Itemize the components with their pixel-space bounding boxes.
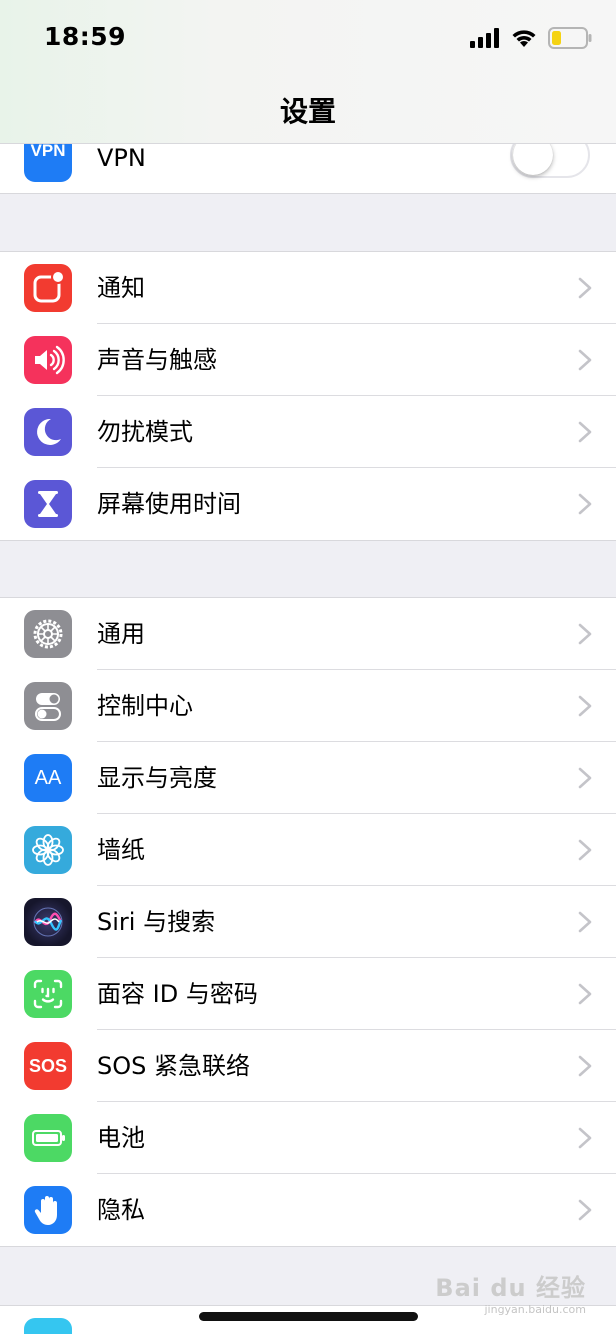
status-time: 18:59 <box>44 22 127 51</box>
settings-row-wallpaper[interactable]: 墙纸 <box>0 814 616 886</box>
wifi-icon <box>512 30 536 47</box>
battery-settings-icon <box>24 1114 72 1162</box>
row-label: 墙纸 <box>97 836 145 864</box>
row-label: 面容 ID 与密码 <box>97 980 258 1008</box>
battery-icon <box>548 27 592 49</box>
chevron-right-icon <box>578 277 592 299</box>
chevron-right-icon <box>578 767 592 789</box>
sos-icon: SOS <box>24 1042 72 1090</box>
settings-row-face-id[interactable]: 面容 ID 与密码 <box>0 958 616 1030</box>
settings-row-sos[interactable]: SOS SOS 紧急联络 <box>0 1030 616 1102</box>
settings-row-screen-time[interactable]: 屏幕使用时间 <box>0 468 616 540</box>
control-center-icon <box>24 682 72 730</box>
row-label: 通知 <box>97 274 145 302</box>
row-label: 隐私 <box>97 1196 145 1224</box>
row-label: SOS 紧急联络 <box>97 1052 250 1080</box>
settings-row-battery[interactable]: 电池 <box>0 1102 616 1174</box>
row-label: Siri 与搜索 <box>97 908 216 936</box>
chevron-right-icon <box>578 623 592 645</box>
chevron-right-icon <box>578 911 592 933</box>
hourglass-icon <box>24 480 72 528</box>
face-id-icon <box>24 970 72 1018</box>
watermark: Bai du 经验 jingyan.baidu.com <box>435 1274 586 1316</box>
chevron-right-icon <box>578 349 592 371</box>
status-icons <box>470 24 592 52</box>
navigation-bar: 18:59 设置 <box>0 0 616 144</box>
row-label: 声音与触感 <box>97 346 217 374</box>
settings-row-display[interactable]: AA 显示与亮度 <box>0 742 616 814</box>
notifications-icon <box>24 264 72 312</box>
partial-app-icon <box>24 1318 72 1334</box>
chevron-right-icon <box>578 1199 592 1221</box>
chevron-right-icon <box>578 1127 592 1149</box>
settings-group-1: 通知 声音与触感 勿扰模式 屏幕使用时间 <box>0 251 616 541</box>
chevron-right-icon <box>578 493 592 515</box>
row-label: 显示与亮度 <box>97 764 217 792</box>
chevron-right-icon <box>578 421 592 443</box>
settings-row-notifications[interactable]: 通知 <box>0 252 616 324</box>
row-label: 屏幕使用时间 <box>97 490 241 518</box>
settings-row-control-center[interactable]: 控制中心 <box>0 670 616 742</box>
chevron-right-icon <box>578 1055 592 1077</box>
hand-icon <box>24 1186 72 1234</box>
wallpaper-icon <box>24 826 72 874</box>
siri-icon <box>24 898 72 946</box>
settings-row-sounds[interactable]: 声音与触感 <box>0 324 616 396</box>
settings-row-privacy[interactable]: 隐私 <box>0 1174 616 1246</box>
settings-row-general[interactable]: 通用 <box>0 598 616 670</box>
row-label: 电池 <box>97 1124 145 1152</box>
settings-group-2: 通用 控制中心 AA 显示与亮度 墙纸 Siri 与搜索 面容 ID 与密码 S… <box>0 597 616 1247</box>
display-icon: AA <box>24 754 72 802</box>
row-label: 勿扰模式 <box>97 418 193 446</box>
signal-icon <box>470 28 499 48</box>
chevron-right-icon <box>578 839 592 861</box>
settings-row-do-not-disturb[interactable]: 勿扰模式 <box>0 396 616 468</box>
row-label: 通用 <box>97 620 145 648</box>
row-label: 控制中心 <box>97 692 193 720</box>
home-indicator[interactable] <box>199 1312 418 1321</box>
chevron-right-icon <box>578 695 592 717</box>
moon-icon <box>24 408 72 456</box>
sound-icon <box>24 336 72 384</box>
settings-row-siri[interactable]: Siri 与搜索 <box>0 886 616 958</box>
chevron-right-icon <box>578 983 592 1005</box>
page-title: 设置 <box>279 95 336 128</box>
gear-icon <box>24 610 72 658</box>
